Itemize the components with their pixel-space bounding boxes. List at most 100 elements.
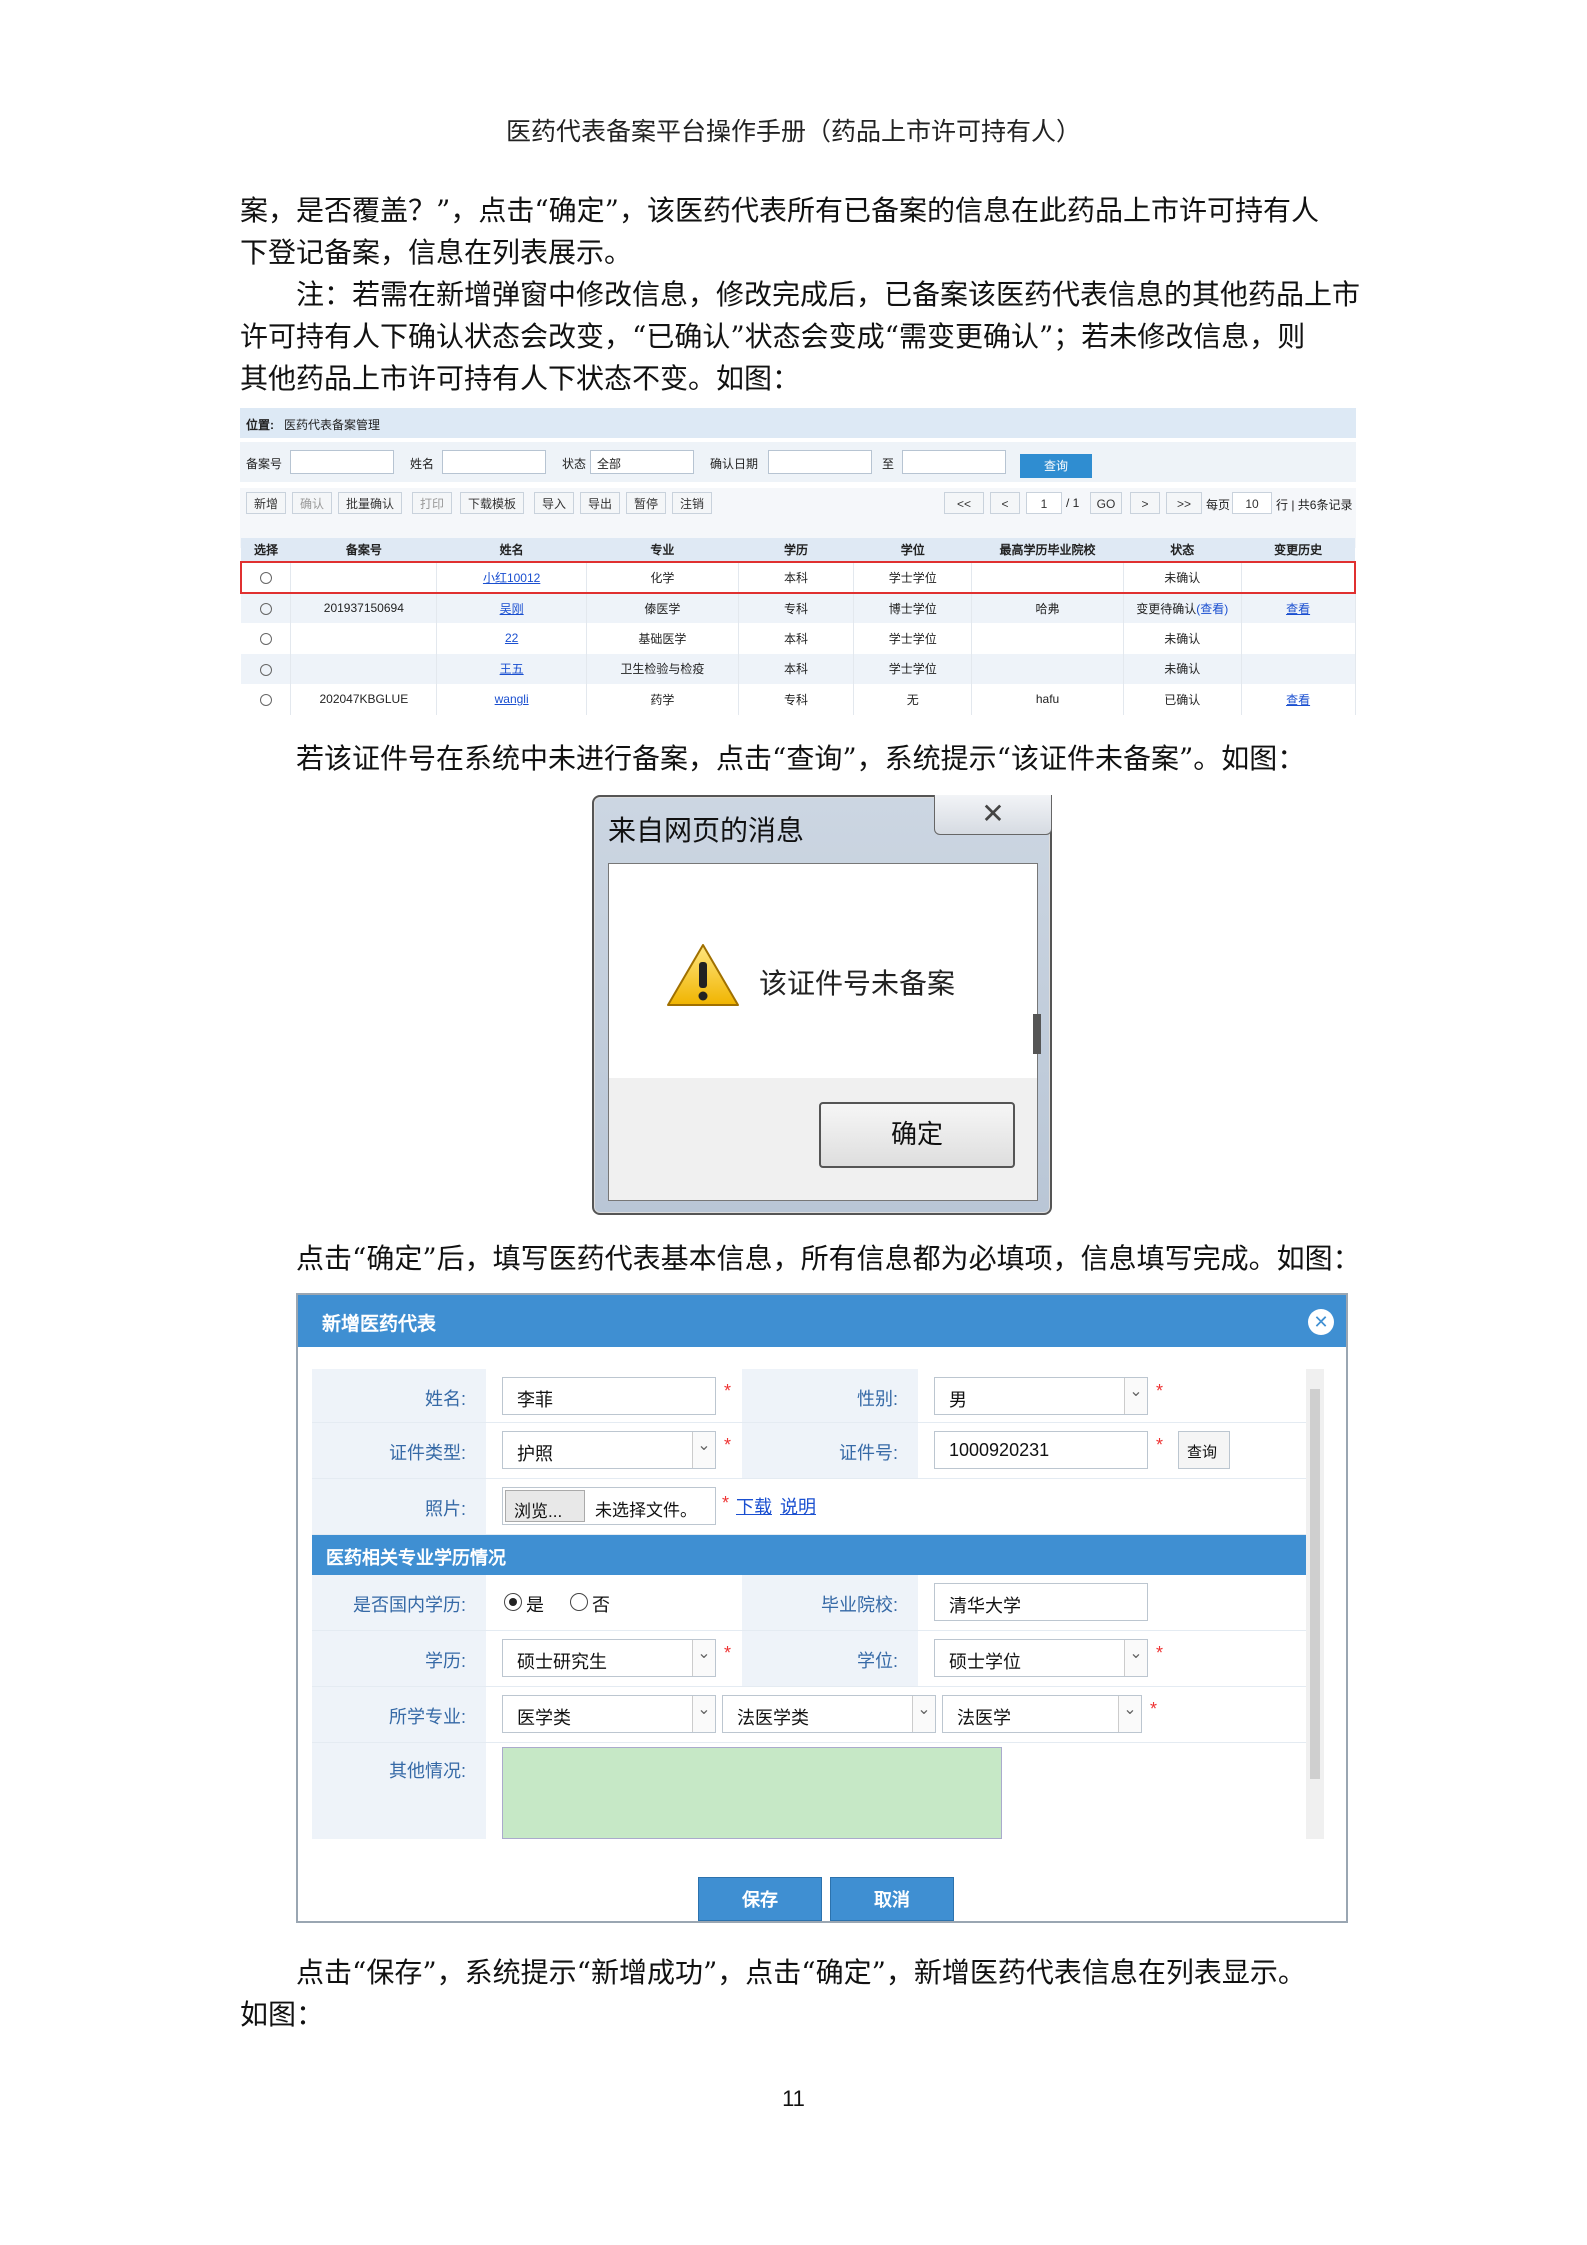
close-icon[interactable]: ✕	[934, 795, 1052, 835]
degree-select[interactable]: 硕士学位	[934, 1639, 1148, 1677]
per-page-select[interactable]: 10	[1232, 492, 1272, 514]
download-link[interactable]: 下载	[736, 1493, 772, 1519]
name-link[interactable]: 22	[505, 631, 518, 645]
explain-link[interactable]: 说明	[780, 1493, 816, 1519]
row-radio[interactable]	[259, 663, 272, 676]
major-select[interactable]: 法医学	[942, 1695, 1142, 1733]
table-row[interactable]: 小红10012 化学 本科 学士学位 未确认	[240, 561, 1356, 594]
pause-button[interactable]: 暂停	[626, 492, 667, 514]
no-file-text: 未选择文件。	[595, 1501, 697, 1520]
section-header: 医药相关专业学历情况	[312, 1535, 1312, 1575]
table-row[interactable]: 201937150694 吴刚 傣医学 专科 博士学位 哈弗 变更待确认(查看)…	[241, 592, 1356, 623]
education-select[interactable]: 硕士研究生	[502, 1639, 716, 1677]
history-link[interactable]: 查看	[1286, 693, 1310, 707]
name-label: 姓名:	[312, 1369, 486, 1422]
domestic-label: 是否国内学历:	[312, 1575, 486, 1630]
col-header: 备案号	[290, 538, 437, 562]
go-button[interactable]: GO	[1090, 492, 1122, 514]
last-page-button[interactable]: >>	[1166, 492, 1202, 514]
add-representative-form: 新增医药代表 ✕ 姓名: 李菲 * 性别: 男 * 证件类型: 护照 * 证件号…	[296, 1293, 1348, 1923]
print-button[interactable]: 打印	[412, 492, 453, 514]
domestic-yes-radio[interactable]	[504, 1593, 522, 1611]
browse-button[interactable]: 浏览...	[505, 1490, 585, 1522]
gender-select[interactable]: 男	[934, 1377, 1148, 1415]
photo-file-input[interactable]: 浏览... 未选择文件。	[502, 1487, 716, 1525]
row-radio[interactable]	[259, 694, 272, 707]
name-link[interactable]: 吴刚	[500, 602, 524, 616]
para-line: 点击“保存”，系统提示“新增成功”，点击“确定”，新增医药代表信息在列表显示。	[296, 1956, 1306, 1989]
first-page-button[interactable]: <<	[944, 492, 984, 514]
download-template-button[interactable]: 下载模板	[460, 492, 525, 514]
para-line: 注：若需在新增弹窗中修改信息，修改完成后，已备案该医药代表信息的其他药品上市	[296, 278, 1361, 311]
col-header: 状态	[1123, 538, 1242, 562]
name-input[interactable]	[442, 450, 546, 474]
para-line: 案，是否覆盖？”，点击“确定”，该医药代表所有已备案的信息在此药品上市许可持有人	[240, 194, 1319, 227]
save-button[interactable]: 保存	[698, 1877, 822, 1921]
col-header: 学位	[853, 538, 972, 562]
major-category-select[interactable]: 医学类	[502, 1695, 716, 1733]
name-link[interactable]: 小红10012	[483, 571, 540, 585]
form-body: 姓名: 李菲 * 性别: 男 * 证件类型: 护照 * 证件号: 1000920…	[312, 1369, 1320, 1839]
school-input[interactable]: 清华大学	[934, 1583, 1148, 1621]
row-radio[interactable]	[260, 572, 273, 585]
name-input[interactable]: 李菲	[502, 1377, 716, 1415]
view-change-link[interactable]: (查看)	[1196, 602, 1228, 616]
col-header: 最高学历毕业院校	[971, 538, 1124, 562]
add-button[interactable]: 新增	[246, 492, 287, 514]
list-screenshot: 位置: 医药代表备案管理 备案号 姓名 状态 全部 确认日期 至 查询 新增 确认…	[240, 408, 1356, 722]
status-select[interactable]: 全部	[590, 450, 694, 474]
photo-label: 照片:	[312, 1479, 486, 1534]
import-button[interactable]: 导入	[534, 492, 575, 514]
other-label: 其他情况:	[312, 1743, 486, 1839]
page-input[interactable]: 1	[1026, 492, 1062, 514]
id-query-button[interactable]: 查询	[1178, 1431, 1230, 1469]
major-class-select[interactable]: 法医学类	[722, 1695, 936, 1733]
id-type-select[interactable]: 护照	[502, 1431, 716, 1469]
id-no-input[interactable]: 1000920231	[934, 1431, 1148, 1469]
table-row[interactable]: 22 基础医学 本科 学士学位 未确认	[241, 623, 1356, 654]
name-link[interactable]: wangli	[495, 692, 529, 706]
cancel-registration-button[interactable]: 注销	[672, 492, 713, 514]
other-textarea[interactable]	[502, 1747, 1002, 1839]
table-row[interactable]: 202047KBGLUE wangli 药学 专科 无 hafu 已确认 查看	[241, 684, 1356, 715]
records-table: 选择 备案号 姓名 专业 学历 学位 最高学历毕业院校 状态 变更历史 小红10…	[240, 538, 1356, 715]
domestic-no-radio[interactable]	[570, 1593, 588, 1611]
name-link[interactable]: 王五	[500, 662, 524, 676]
row-radio[interactable]	[259, 633, 272, 646]
id-type-label: 证件类型:	[312, 1423, 486, 1478]
col-header: 选择	[241, 538, 291, 562]
query-button[interactable]: 查询	[1020, 454, 1092, 478]
dialog-title: 来自网页的消息	[608, 814, 805, 847]
col-header: 专业	[586, 538, 739, 562]
school-label: 毕业院校:	[742, 1575, 918, 1630]
para-line: 许可持有人下确认状态会改变，“已确认”状态会变成“需变更确认”；若未修改信息，则	[240, 320, 1306, 353]
education-label: 学历:	[312, 1631, 486, 1686]
id-no-label: 证件号:	[742, 1423, 918, 1478]
history-link[interactable]: 查看	[1286, 602, 1310, 616]
col-header: 姓名	[436, 538, 587, 562]
confirm-date-end[interactable]	[902, 450, 1006, 474]
dialog-message: 该证件号未备案	[759, 967, 956, 1000]
batch-confirm-button[interactable]: 批量确认	[338, 492, 403, 514]
confirm-date-start[interactable]	[768, 450, 872, 474]
cancel-button[interactable]: 取消	[830, 1877, 954, 1921]
export-button[interactable]: 导出	[580, 492, 621, 514]
col-header: 学历	[738, 538, 854, 562]
prev-page-button[interactable]: <	[990, 492, 1020, 514]
location-bar: 位置: 医药代表备案管理	[240, 408, 1356, 438]
para-line: 点击“确定”后，填写医药代表基本信息，所有信息都为必填项，信息填写完成。如图：	[296, 1242, 1361, 1275]
para-line: 如图：	[240, 1998, 325, 2031]
confirm-button[interactable]: 确认	[292, 492, 333, 514]
dialog-body: 该证件号未备案 确定	[608, 863, 1041, 1201]
record-no-input[interactable]	[290, 450, 394, 474]
ok-button[interactable]: 确定	[819, 1102, 1015, 1168]
col-header: 变更历史	[1241, 538, 1355, 562]
close-icon[interactable]: ✕	[1308, 1309, 1334, 1335]
degree-label: 学位:	[742, 1631, 918, 1686]
next-page-button[interactable]: >	[1130, 492, 1160, 514]
row-radio[interactable]	[259, 603, 272, 616]
para-line: 若该证件号在系统中未进行备案，点击“查询”，系统提示“该证件未备案”。如图：	[296, 742, 1306, 775]
page-number: 11	[782, 2086, 805, 2111]
form-scrollbar[interactable]	[1306, 1369, 1324, 1839]
table-row[interactable]: 王五 卫生检验与检疫 本科 学士学位 未确认	[241, 653, 1356, 684]
